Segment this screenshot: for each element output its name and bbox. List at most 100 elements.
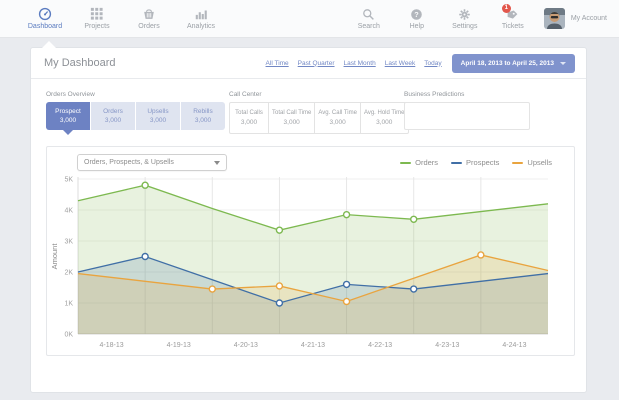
projects-icon <box>90 7 104 21</box>
primary-nav: Dashboard Projects Orders Analytics <box>0 7 224 30</box>
nav-item-orders[interactable]: Orders <box>126 7 172 30</box>
legend-swatch <box>400 162 411 164</box>
chevron-down-icon <box>560 62 566 65</box>
orders-overview-section: Orders Overview Prospect3,000Orders3,000… <box>46 91 225 130</box>
filter-link-past-quarter[interactable]: Past Quarter <box>298 60 335 67</box>
card-notch <box>42 41 56 48</box>
orders-icon <box>142 7 156 21</box>
nav-item-label: Orders <box>138 23 159 30</box>
settings-icon <box>458 8 471 21</box>
util-item-label: Settings <box>452 23 477 30</box>
utility-nav: Search? Help Settings 1Tickets <box>352 8 530 30</box>
search-icon <box>362 8 375 21</box>
y-tick-label: 5K <box>64 177 73 184</box>
legend-swatch <box>451 162 462 164</box>
nav-item-projects[interactable]: Projects <box>74 7 120 30</box>
data-point-marker <box>142 254 148 260</box>
call-stat-value: 3,000 <box>272 119 311 127</box>
overview-tab-value: 3,000 <box>136 116 180 125</box>
orders-area-chart: 0K1K2K3K4K5K4-18-134-19-134-20-134-21-13… <box>47 171 574 355</box>
chart-series-select[interactable]: Orders, Prospects, & Upsells <box>77 154 227 171</box>
overview-tab-orders[interactable]: Orders3,000 <box>91 102 135 130</box>
y-tick-label: 3K <box>64 239 73 246</box>
business-predictions-label: Business Predictions <box>404 91 530 98</box>
nav-item-label: Dashboard <box>28 23 62 30</box>
y-tick-label: 0K <box>64 332 73 339</box>
data-point-marker <box>344 212 350 218</box>
data-point-marker <box>276 300 282 306</box>
chart-legend: Orders Prospects Upsells <box>400 158 552 167</box>
overview-tab-value: 3,000 <box>91 116 135 125</box>
svg-text:?: ? <box>415 9 420 18</box>
orders-overview-label: Orders Overview <box>46 91 225 98</box>
y-tick-label: 1K <box>64 301 73 308</box>
overview-tab-rebills[interactable]: Rebills3,000 <box>181 102 225 130</box>
overview-tab-upsells[interactable]: Upsells3,000 <box>136 102 180 130</box>
orders-overview-tabs: Prospect3,000Orders3,000Upsells3,000Rebi… <box>46 102 225 130</box>
util-item-settings[interactable]: Settings <box>448 8 482 30</box>
filter-link-last-month[interactable]: Last Month <box>344 60 376 67</box>
content-card: My Dashboard All TimePast QuarterLast Mo… <box>30 47 587 393</box>
chevron-down-icon <box>214 161 220 165</box>
data-point-marker <box>276 283 282 289</box>
chart-header: Orders, Prospects, & Upsells Orders Prosp… <box>47 147 574 173</box>
legend-item-orders: Orders <box>400 158 438 167</box>
overview-tab-label: Prospect <box>46 107 90 116</box>
dashboard-icon <box>38 7 52 21</box>
x-tick-label: 4-21-13 <box>301 342 325 349</box>
data-point-marker <box>209 286 215 292</box>
business-predictions-box <box>404 102 530 130</box>
filter-link-last-week[interactable]: Last Week <box>385 60 416 67</box>
data-point-marker <box>276 227 282 233</box>
y-tick-label: 4K <box>64 208 73 215</box>
call-center-section: Call Center Total Calls3,000Total Call T… <box>229 91 409 134</box>
util-item-label: Help <box>410 23 424 30</box>
filter-link-all-time[interactable]: All Time <box>266 60 289 67</box>
date-range-button[interactable]: April 18, 2013 to April 25, 2013 <box>452 54 575 73</box>
x-tick-label: 4-22-13 <box>368 342 392 349</box>
nav-item-dashboard[interactable]: Dashboard <box>22 7 68 30</box>
data-point-marker <box>344 281 350 287</box>
call-stat-value: 3,000 <box>233 119 265 127</box>
legend-label: Upsells <box>527 158 552 167</box>
tickets-badge: 1 <box>502 4 511 13</box>
filter-link-today[interactable]: Today <box>424 60 441 67</box>
call-stat-value: 3,000 <box>364 119 405 127</box>
call-stat-label: Avg. Call Time <box>318 110 357 118</box>
overview-tab-label: Rebills <box>181 107 225 116</box>
legend-swatch <box>512 162 523 164</box>
avatar[interactable] <box>544 8 565 29</box>
account-menu[interactable]: My Account <box>544 8 607 29</box>
date-filter-links: All Time Past Quarter Last Month Last Week T… <box>266 60 442 67</box>
legend-label: Orders <box>415 158 438 167</box>
top-header: Dashboard Projects Orders Analytics Search?… <box>0 0 619 38</box>
call-stat-total-calls: Total Calls3,000 <box>229 102 269 134</box>
x-tick-label: 4-20-13 <box>234 342 258 349</box>
dashboard-title-bar: My Dashboard All TimePast QuarterLast Mo… <box>31 48 586 79</box>
call-stat-total-call-time: Total Call Time3,000 <box>268 102 315 134</box>
overview-tab-label: Upsells <box>136 107 180 116</box>
overview-tab-prospect[interactable]: Prospect3,000 <box>46 102 90 130</box>
legend-item-upsells: Upsells <box>512 158 552 167</box>
util-item-tickets[interactable]: 1Tickets <box>496 8 530 30</box>
overview-tab-value: 3,000 <box>181 116 225 125</box>
account-label: My Account <box>571 15 607 22</box>
util-item-search[interactable]: Search <box>352 8 386 30</box>
data-point-marker <box>344 298 350 304</box>
util-item-help[interactable]: ? Help <box>400 8 434 30</box>
chart-series-select-value: Orders, Prospects, & Upsells <box>84 159 174 166</box>
legend-item-prospects: Prospects <box>451 158 499 167</box>
analytics-icon <box>194 7 208 21</box>
nav-item-analytics[interactable]: Analytics <box>178 7 224 30</box>
y-axis-title: Amount <box>50 243 59 270</box>
call-stat-avg-call-time: Avg. Call Time3,000 <box>314 102 361 134</box>
x-tick-label: 4-24-13 <box>502 342 526 349</box>
avatar-image <box>544 8 565 29</box>
call-center-label: Call Center <box>229 91 409 98</box>
data-point-marker <box>411 286 417 292</box>
overview-tab-value: 3,000 <box>46 116 90 125</box>
nav-item-label: Projects <box>84 23 109 30</box>
util-item-label: Tickets <box>502 23 524 30</box>
x-tick-label: 4-23-13 <box>435 342 459 349</box>
call-stat-label: Avg. Hold Time <box>364 110 405 118</box>
